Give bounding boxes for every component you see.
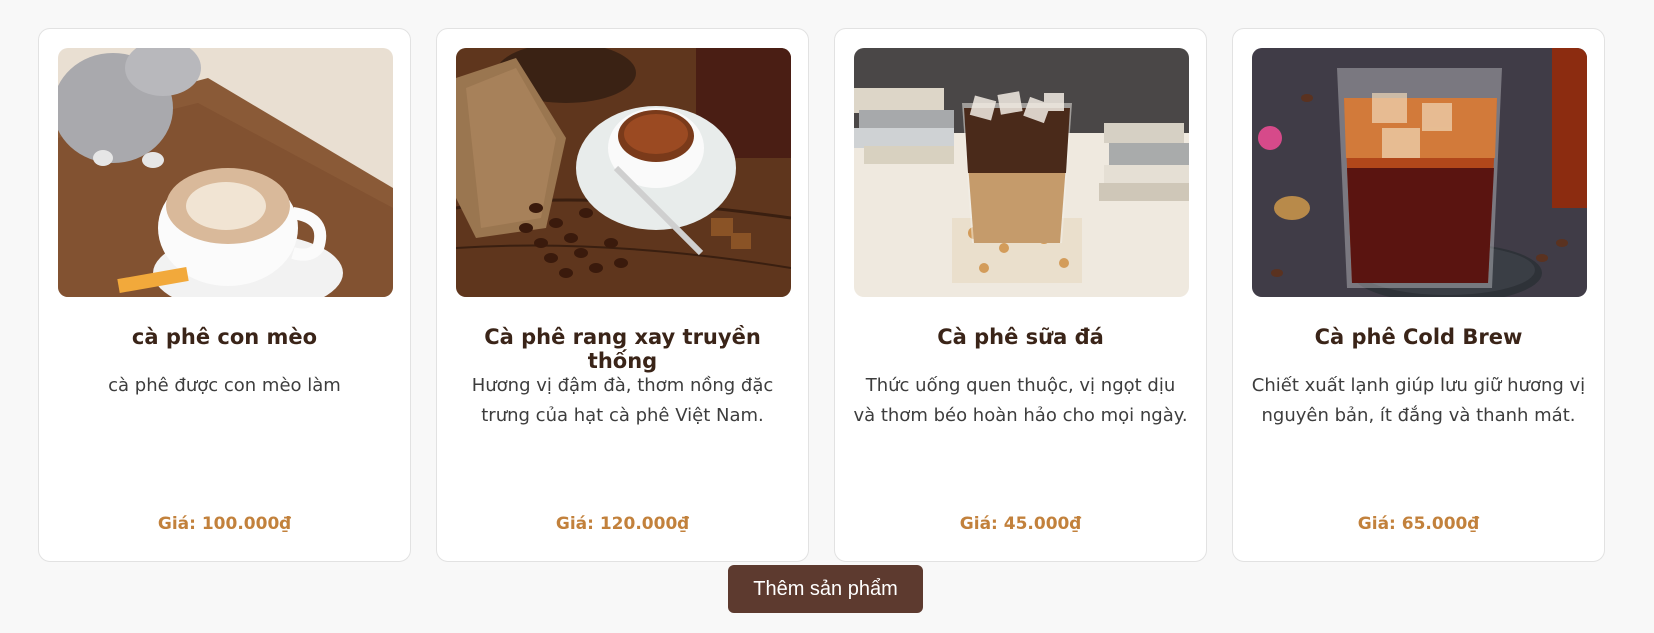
product-description: cà phê được con mèo làm (108, 375, 341, 396)
product-card[interactable]: Cà phê Cold Brew Chiết xuất lạnh giúp lư… (1232, 28, 1605, 562)
product-price: Giá: 120.000₫ (555, 514, 690, 534)
product-description: Hương vị đậm đà, thơm nồng đặc trưng của… (471, 375, 774, 426)
add-product-button[interactable]: Thêm sản phẩm (728, 565, 923, 613)
product-image (58, 48, 393, 297)
product-card[interactable]: cà phê con mèo cà phê được con mèo làm G… (38, 28, 411, 562)
product-description: Thức uống quen thuộc, vị ngọt dịu và thơ… (853, 375, 1188, 426)
product-title: Cà phê rang xay truyền thống (484, 325, 761, 373)
product-image (456, 48, 791, 297)
product-title: Cà phê sữa đá (937, 325, 1104, 349)
product-card[interactable]: Cà phê rang xay truyền thống Hương vị đậ… (436, 28, 809, 562)
product-grid: cà phê con mèo cà phê được con mèo làm G… (38, 28, 1605, 562)
product-image (854, 48, 1189, 297)
product-card[interactable]: Cà phê sữa đá Thức uống quen thuộc, vị n… (834, 28, 1207, 562)
product-price: Giá: 65.000₫ (1357, 514, 1480, 534)
product-price: Giá: 100.000₫ (157, 514, 292, 534)
product-title: Cà phê Cold Brew (1314, 325, 1523, 349)
product-image (1252, 48, 1587, 297)
product-price: Giá: 45.000₫ (959, 514, 1082, 534)
product-description: Chiết xuất lạnh giúp lưu giữ hương vị ng… (1251, 375, 1586, 426)
product-title: cà phê con mèo (131, 325, 318, 349)
